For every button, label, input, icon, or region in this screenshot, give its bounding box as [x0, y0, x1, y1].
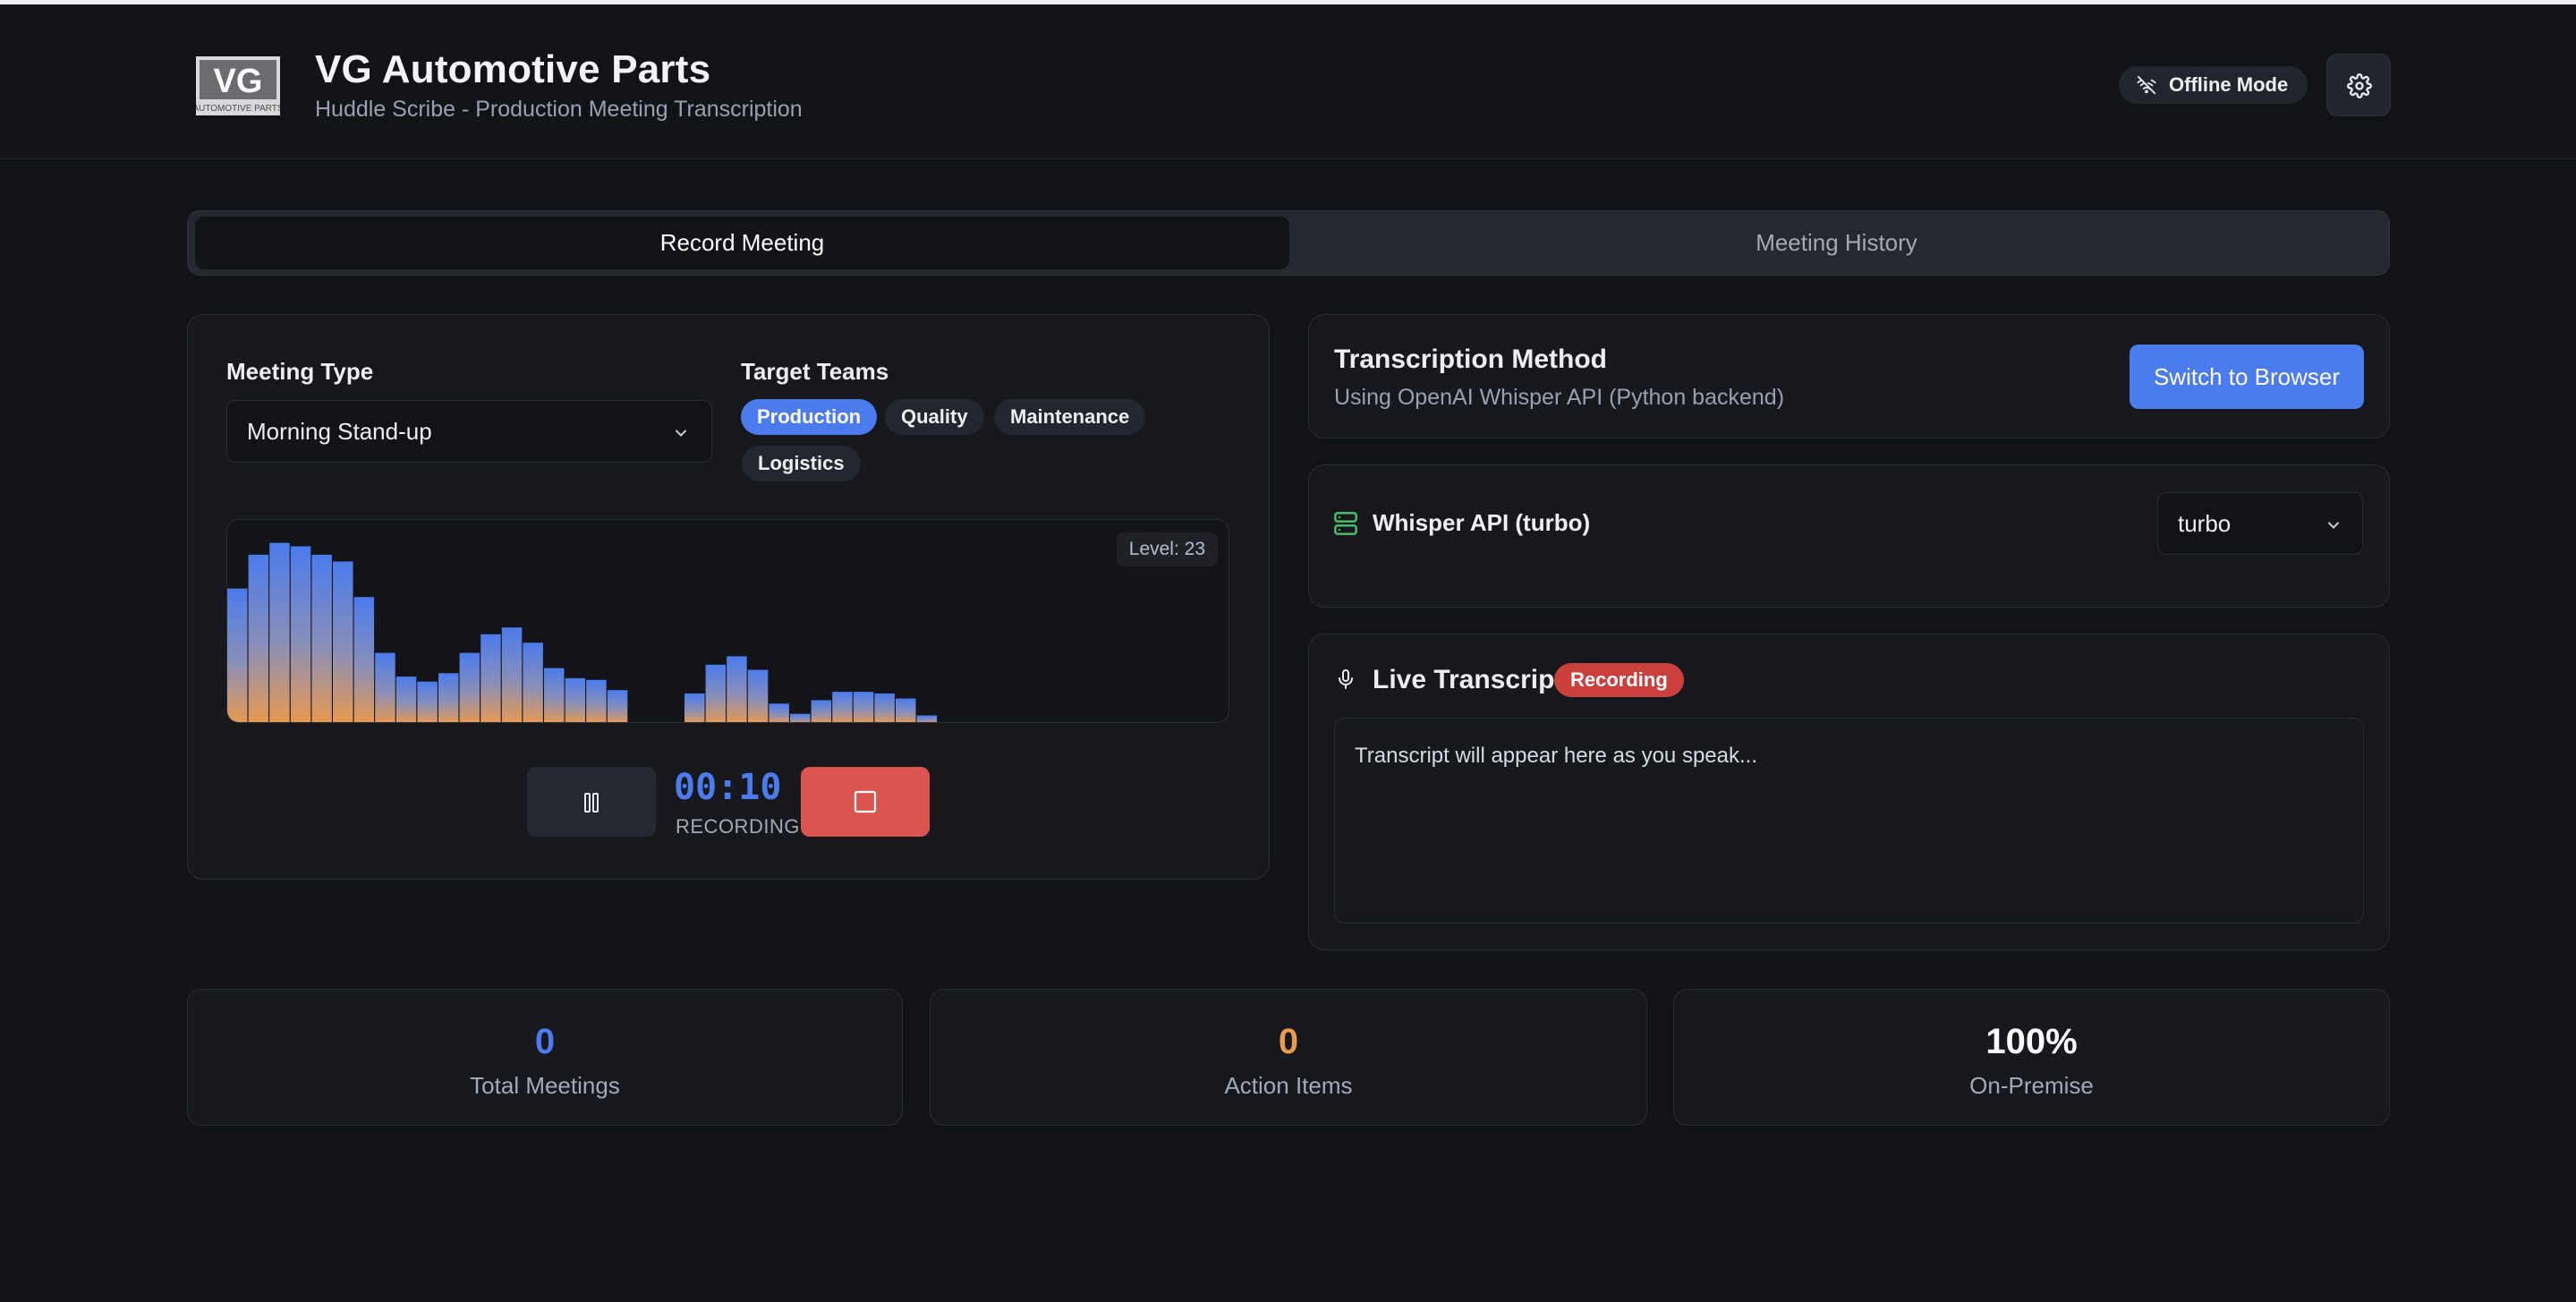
audio-level-bar — [874, 694, 895, 722]
audio-level-bar — [353, 597, 375, 722]
svg-text:AUTOMOTIVE PARTS: AUTOMOTIVE PARTS — [196, 104, 280, 114]
stat-total-meetings-label: Total Meetings — [470, 1072, 620, 1099]
model-select-value: turbo — [2178, 510, 2232, 537]
recording-timer: 00:10 — [674, 767, 782, 808]
audio-level-bar — [544, 668, 565, 722]
microphone-icon — [1339, 669, 1353, 689]
audio-level-bar — [459, 652, 480, 722]
audio-visualizer: Level: 23 — [226, 519, 1229, 723]
model-select[interactable]: turbo — [2157, 492, 2363, 555]
audio-level-bar — [769, 703, 789, 722]
stat-on-premise-value: 100% — [1985, 1022, 2078, 1061]
stat-action-items-value: 0 — [1278, 1022, 1299, 1061]
team-chip-production[interactable]: Production — [741, 399, 878, 435]
gear-icon — [2347, 73, 2372, 98]
wifi-off-icon — [2137, 75, 2156, 95]
main-tabs: Record Meeting Meeting History — [187, 210, 2390, 276]
stat-action-items-label: Action Items — [1224, 1072, 1353, 1099]
team-chip-quality[interactable]: Quality — [885, 399, 984, 435]
team-chip-maintenance[interactable]: Maintenance — [994, 399, 1146, 435]
audio-level-bar — [727, 656, 747, 722]
stat-on-premise: 100% On-Premise — [1673, 989, 2390, 1126]
switch-to-browser-button[interactable]: Switch to Browser — [2130, 345, 2364, 409]
stat-on-premise-label: On-Premise — [1969, 1072, 2094, 1099]
audio-level-bar — [565, 677, 586, 722]
stop-icon — [854, 790, 877, 813]
audio-level-bar — [269, 542, 290, 722]
live-transcript-title: Live Transcript — [1373, 665, 1564, 694]
recording-badge: Recording — [1554, 663, 1684, 697]
transcript-area[interactable]: Transcript will appear here as you speak… — [1334, 718, 2364, 923]
chevron-down-icon — [2327, 522, 2340, 529]
chevron-down-icon — [675, 430, 687, 437]
stat-total-meetings: 0 Total Meetings — [187, 989, 903, 1126]
transcription-method-subtitle: Using OpenAI Whisper API (Python backend… — [1334, 385, 1785, 410]
offline-mode-label: Offline Mode — [2169, 73, 2289, 96]
pause-button[interactable] — [527, 767, 656, 837]
meeting-type-value: Morning Stand-up — [247, 418, 432, 445]
audio-level-bar — [586, 679, 607, 722]
audio-level-bars — [227, 542, 938, 722]
audio-level-bar — [375, 652, 395, 722]
audio-level-bar — [395, 677, 417, 722]
audio-level-bar — [705, 664, 727, 722]
tab-meeting-history[interactable]: Meeting History — [1289, 217, 2384, 269]
audio-level-bar — [853, 692, 874, 722]
stop-button[interactable] — [801, 767, 930, 837]
audio-level-bar — [311, 554, 332, 722]
app-title: VG Automotive Parts — [315, 47, 711, 91]
audio-level-bar — [333, 561, 353, 722]
audio-level-bar — [438, 673, 459, 722]
pause-icon — [584, 793, 599, 813]
settings-button[interactable] — [2326, 54, 2391, 116]
transcription-method-title: Transcription Method — [1334, 345, 1608, 374]
company-logo: VG AUTOMOTIVE PARTS — [196, 56, 280, 115]
audio-level-bar — [747, 669, 769, 722]
team-chip-logistics[interactable]: Logistics — [742, 446, 861, 481]
stat-action-items: 0 Action Items — [930, 989, 1647, 1126]
audio-level-bar — [811, 700, 832, 722]
target-teams-label: Target Teams — [741, 358, 889, 385]
audio-level-bar — [227, 588, 248, 722]
audio-level-bar — [480, 634, 501, 722]
audio-level-readout: Level: 23 — [1116, 532, 1218, 566]
server-icon — [1334, 512, 1357, 535]
app-subtitle: Huddle Scribe - Production Meeting Trans… — [315, 97, 803, 122]
tab-record-meeting[interactable]: Record Meeting — [195, 217, 1289, 269]
audio-level-bar — [916, 715, 938, 722]
svg-text:VG: VG — [214, 63, 263, 100]
audio-level-bar — [684, 694, 705, 722]
audio-level-bar — [248, 554, 269, 722]
audio-level-bar — [417, 681, 438, 722]
whisper-engine-label: Whisper API (turbo) — [1373, 509, 1591, 536]
transcript-placeholder: Transcript will appear here as you speak… — [1355, 744, 1757, 768]
app-header: VG AUTOMOTIVE PARTS VG Automotive Parts … — [0, 4, 2576, 159]
offline-mode-badge[interactable]: Offline Mode — [2119, 66, 2308, 104]
audio-level-bar — [501, 627, 523, 722]
meeting-type-label: Meeting Type — [226, 358, 374, 385]
meeting-type-select[interactable]: Morning Stand-up — [226, 400, 712, 463]
audio-level-bar — [607, 690, 628, 722]
audio-level-bar — [790, 713, 811, 722]
audio-level-bar — [832, 692, 853, 722]
recording-status: RECORDING — [676, 815, 800, 838]
stat-total-meetings-value: 0 — [534, 1022, 556, 1061]
audio-level-bar — [896, 698, 916, 722]
audio-level-bar — [290, 546, 311, 722]
audio-level-bar — [523, 642, 543, 722]
